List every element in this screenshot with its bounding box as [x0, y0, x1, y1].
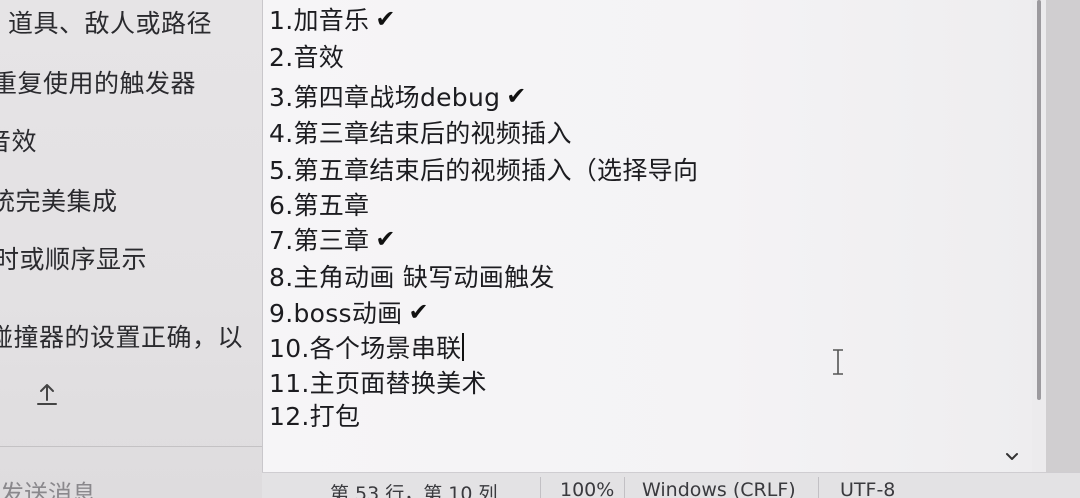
line-text: 10.各个场景串联 — [269, 334, 462, 363]
checkmark-icon: ✔ — [408, 298, 429, 326]
editor-line: 5.第五章结束后的视频插入（选择导向 — [269, 151, 698, 187]
line-text: 3.第四章战场debug — [269, 83, 501, 112]
line-text: 1.加音乐 — [269, 6, 370, 35]
status-divider — [624, 477, 625, 498]
line-text: 8.主角动画 缺写动画触发 — [269, 263, 555, 292]
checkmark-icon: ✔ — [375, 5, 396, 33]
editor-line: 10.各个场景串联 — [269, 329, 465, 365]
editor-line: 9.boss动画 ✔ — [269, 294, 429, 330]
chat-message-line: 统完美集成 — [0, 187, 118, 216]
checkmark-icon: ✔ — [506, 82, 527, 110]
editor-line: 6.第五章 — [269, 186, 369, 222]
chat-panel: 道具、敌人或路径 重复使用的触发器 音效 统完美集成 时或顺序显示 碰撞器的设置… — [0, 0, 268, 498]
line-ending[interactable]: Windows (CRLF) — [642, 479, 796, 498]
line-text: 2.音效 — [269, 43, 345, 72]
editor-line: 11.主页面替换美术 — [269, 364, 487, 400]
line-text: 4.第三章结束后的视频插入 — [269, 119, 572, 148]
editor-line: 8.主角动画 缺写动画触发 — [269, 258, 555, 294]
zoom-level[interactable]: 100% — [560, 479, 614, 498]
text-caret — [462, 333, 465, 361]
chevron-down-icon[interactable] — [1004, 448, 1020, 464]
line-text: 11.主页面替换美术 — [269, 369, 487, 398]
vertical-scrollbar[interactable] — [1032, 0, 1046, 472]
desktop-background — [1046, 0, 1080, 498]
editor-line: 4.第三章结束后的视频插入 — [269, 114, 572, 150]
editor-line: 7.第三章 ✔ — [269, 221, 396, 257]
notepad-editor[interactable]: 1.加音乐 ✔ 2.音效 3.第四章战场debug ✔ 4.第三章结束后的视频插… — [262, 0, 1032, 472]
line-text: 7.第三章 — [269, 226, 370, 255]
status-divider — [540, 477, 541, 498]
chat-divider — [0, 446, 268, 447]
upload-icon[interactable] — [32, 380, 62, 410]
cursor-position: 第 53 行，第 10 列 — [330, 483, 498, 498]
editor-line: 12.打包 — [269, 397, 360, 433]
screen: 道具、敌人或路径 重复使用的触发器 音效 统完美集成 时或顺序显示 碰撞器的设置… — [0, 0, 1080, 498]
editor-line: 1.加音乐 ✔ — [269, 1, 396, 37]
chat-message-line: 道具、敌人或路径 — [8, 9, 213, 38]
line-text: 9.boss动画 — [269, 299, 403, 328]
status-divider — [818, 477, 819, 498]
line-text: 12.打包 — [269, 402, 361, 431]
chat-message-line: 音效 — [0, 127, 38, 156]
chat-message-line: 时或顺序显示 — [0, 245, 148, 274]
status-bar: 第 53 行，第 10 列 100% Windows (CRLF) UTF-8 — [262, 472, 1080, 498]
checkmark-icon: ✔ — [375, 225, 396, 253]
editor-line: 2.音效 — [269, 38, 344, 74]
chat-message-line: 重复使用的触发器 — [0, 69, 197, 98]
editor-line: 3.第四章战场debug ✔ — [269, 78, 527, 114]
encoding[interactable]: UTF-8 — [840, 479, 895, 498]
line-text: 5.第五章结束后的视频插入（选择导向 — [269, 156, 699, 185]
ibeam-cursor-icon — [833, 349, 843, 375]
chat-message-line: 碰撞器的设置正确，以 — [0, 323, 244, 352]
scroll-thumb[interactable] — [1037, 0, 1041, 400]
message-input[interactable]: 发送消息 — [0, 474, 96, 498]
line-text: 6.第五章 — [269, 191, 370, 220]
